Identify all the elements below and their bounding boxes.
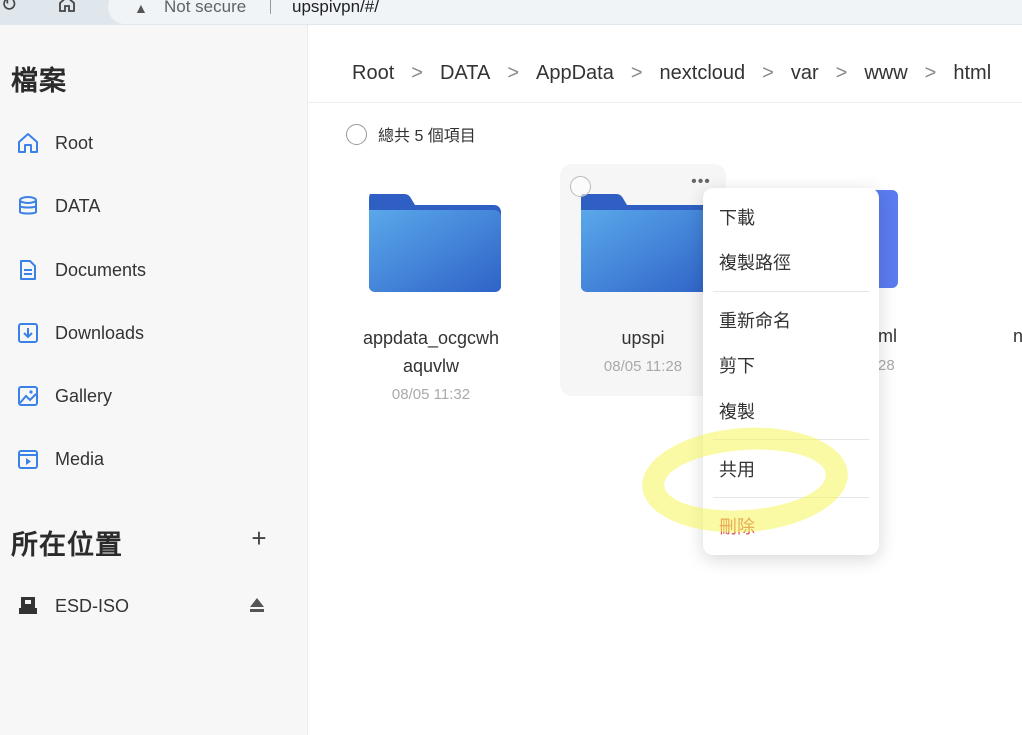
- security-label[interactable]: Not secure: [164, 0, 246, 17]
- reload-icon[interactable]: ↻: [0, 0, 20, 16]
- browser-toolbar: ↻ ▲ Not secure upspivpn/#/: [0, 0, 1022, 25]
- menu-item-delete[interactable]: 刪除: [719, 513, 755, 539]
- chevron-right-icon: >: [630, 62, 643, 84]
- sidebar-item-label: ESD-ISO: [55, 595, 130, 616]
- chevron-right-icon: >: [507, 62, 519, 84]
- menu-item-download[interactable]: 下載: [719, 204, 755, 230]
- menu-item-rename[interactable]: 重新命名: [719, 307, 791, 333]
- warning-icon[interactable]: ▲: [134, 0, 148, 16]
- menu-item-copy[interactable]: 複製: [719, 398, 755, 424]
- sidebar-item-gallery[interactable]: Gallery: [14, 378, 294, 414]
- database-icon: [14, 192, 42, 220]
- video-icon: [14, 445, 42, 473]
- menu-item-share[interactable]: 共用: [719, 456, 755, 482]
- sidebar-item-documents[interactable]: Documents: [14, 252, 294, 288]
- file-date: 08/05 11:32: [391, 386, 471, 403]
- item-count: 總共 5 個項目: [378, 128, 476, 145]
- url-text[interactable]: upspivpn/#/: [292, 0, 379, 17]
- file-name-partial[interactable]: ml: [878, 326, 897, 347]
- eject-icon[interactable]: [248, 595, 268, 619]
- file-name-partial[interactable]: n: [1013, 326, 1022, 347]
- breadcrumb-item[interactable]: Root: [352, 62, 394, 85]
- folder-icon: [369, 194, 501, 292]
- file-date: 08/05 11:28: [603, 358, 683, 375]
- file-name-line: appdata_ocgcwh: [362, 328, 500, 348]
- header-divider: [308, 102, 1022, 103]
- menu-divider: [713, 439, 869, 440]
- breadcrumb-item[interactable]: www: [864, 62, 907, 85]
- home-icon[interactable]: [56, 0, 78, 16]
- sidebar-item-label: Documents: [55, 259, 147, 280]
- chevron-right-icon: >: [411, 62, 423, 84]
- context-menu: 下載 複製路徑 重新命名 剪下 複製 共用 刪除: [703, 188, 879, 555]
- breadcrumb-item[interactable]: var: [791, 62, 819, 85]
- file-card[interactable]: ••• upspi 08/05 11:28: [560, 164, 726, 396]
- sidebar-item-media[interactable]: Media: [14, 441, 294, 477]
- chevron-right-icon: >: [835, 62, 848, 84]
- usb-drive-icon: [14, 592, 42, 620]
- file-card[interactable]: appdata_ocgcwh aquvlw 08/05 11:32: [348, 164, 514, 403]
- home-icon: [14, 129, 42, 157]
- file-date-partial: 28: [878, 357, 895, 374]
- menu-divider: [713, 291, 869, 292]
- breadcrumb: Root > DATA > AppData > nextcloud > var …: [352, 62, 991, 85]
- sidebar-item-label: Media: [55, 448, 105, 469]
- locations-title: 所在位置: [11, 530, 123, 560]
- sidebar-item-downloads[interactable]: Downloads: [14, 315, 294, 351]
- breadcrumb-item[interactable]: html: [953, 62, 991, 85]
- menu-divider: [713, 497, 869, 498]
- breadcrumb-item[interactable]: nextcloud: [660, 62, 746, 85]
- file-name-line: aquvlw: [402, 356, 460, 376]
- sidebar-title: 檔案: [11, 66, 67, 96]
- add-location-button[interactable]: +: [247, 523, 271, 553]
- file-select-checkbox[interactable]: [570, 176, 591, 197]
- sidebar-item-label: Root: [55, 132, 94, 153]
- breadcrumb-item[interactable]: AppData: [536, 62, 614, 85]
- file-name[interactable]: appdata_ocgcwh aquvlw: [348, 324, 514, 380]
- breadcrumb-item[interactable]: DATA: [440, 62, 490, 85]
- menu-item-copy-path[interactable]: 複製路徑: [719, 249, 791, 275]
- select-all-checkbox[interactable]: [346, 123, 367, 145]
- document-icon: [14, 256, 42, 284]
- file-name-line: upspi: [621, 328, 665, 348]
- address-bar[interactable]: ▲ Not secure upspivpn/#/: [108, 0, 1022, 24]
- select-all[interactable]: 總共 5 個項目: [346, 122, 476, 146]
- sidebar-item-label: DATA: [55, 195, 101, 216]
- download-icon: [14, 319, 42, 347]
- menu-item-cut[interactable]: 剪下: [719, 352, 755, 378]
- sidebar-item-label: Downloads: [55, 322, 145, 343]
- file-name[interactable]: upspi: [560, 324, 726, 352]
- folder-icon: [581, 194, 713, 292]
- sidebar-item-root[interactable]: Root: [14, 125, 294, 161]
- image-icon: [14, 382, 42, 410]
- sidebar-item-data[interactable]: DATA: [14, 188, 294, 224]
- sidebar: 檔案 Root DATA Documents Downloads Gallery: [0, 25, 308, 735]
- chevron-right-icon: >: [762, 62, 774, 84]
- chevron-right-icon: >: [924, 62, 937, 84]
- sidebar-item-label: Gallery: [55, 385, 113, 406]
- address-divider: [270, 0, 271, 14]
